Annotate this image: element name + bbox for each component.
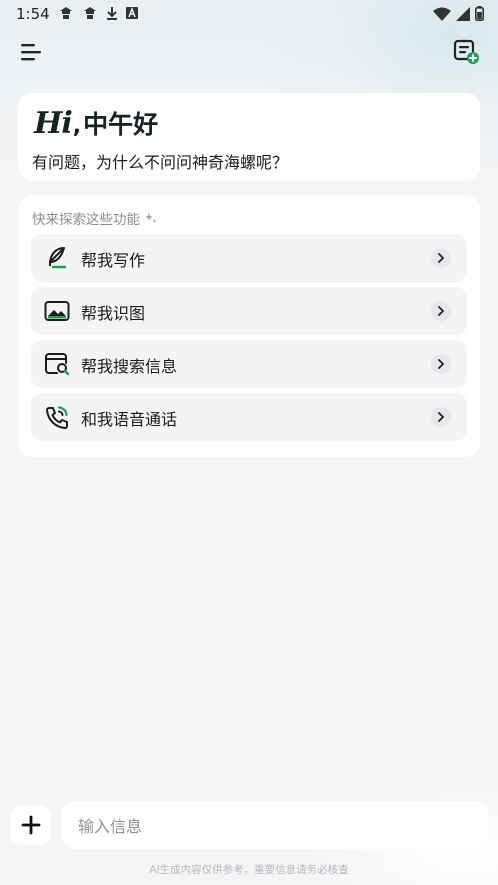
menu-icon bbox=[21, 44, 41, 61]
greeting-hi: Hi bbox=[34, 106, 73, 141]
image-scan-icon bbox=[44, 301, 70, 321]
feature-item-search[interactable]: 帮我搜索信息 bbox=[31, 340, 467, 388]
plus-icon bbox=[21, 815, 41, 835]
feature-item-writing[interactable]: 帮我写作 bbox=[31, 234, 467, 282]
status-notification-icons bbox=[58, 6, 138, 20]
phone-call-icon bbox=[46, 406, 68, 429]
feather-pen-icon bbox=[49, 247, 67, 269]
features-heading-text: 快来探索这些功能 bbox=[32, 212, 140, 228]
battery-icon bbox=[475, 6, 484, 21]
cloud-icon bbox=[84, 7, 96, 19]
status-time: 1:54 bbox=[16, 5, 50, 23]
download-icon bbox=[107, 7, 117, 20]
features-heading: 快来探索这些功能 bbox=[32, 208, 157, 228]
cloud-icon bbox=[60, 7, 72, 19]
greeting-comma: , bbox=[72, 114, 82, 139]
greeting-title: Hi , 中午好 bbox=[34, 105, 158, 141]
wifi-icon bbox=[433, 7, 451, 21]
sparkle-icon bbox=[145, 213, 157, 223]
message-input-box[interactable] bbox=[62, 801, 488, 851]
feature-label: 帮我搜索信息 bbox=[81, 357, 178, 376]
browser-search-icon bbox=[45, 353, 70, 376]
greeting-salutation: 中午好 bbox=[83, 110, 159, 139]
feature-item-image-recognition[interactable]: 帮我识图 bbox=[31, 287, 467, 335]
attach-button[interactable] bbox=[11, 805, 51, 845]
features-card: 快来探索这些功能 帮我写作 帮我识图 帮我搜索信息 和我语音通话 bbox=[18, 195, 480, 457]
signal-icon bbox=[456, 6, 470, 21]
greeting-card: Hi , 中午好 有问题，为什么不问问神奇海螺呢？ bbox=[18, 93, 480, 181]
chevron-right-icon bbox=[431, 407, 451, 427]
font-icon bbox=[126, 7, 138, 19]
chevron-right-icon bbox=[431, 354, 451, 374]
chevron-right-icon bbox=[431, 301, 451, 321]
feature-label: 帮我识图 bbox=[81, 304, 146, 323]
feature-label: 帮我写作 bbox=[81, 251, 146, 270]
new-chat-icon bbox=[453, 39, 479, 64]
new-chat-button[interactable] bbox=[452, 38, 480, 66]
menu-button[interactable] bbox=[18, 40, 44, 64]
feature-item-voice-call[interactable]: 和我语音通话 bbox=[31, 393, 467, 441]
message-input[interactable] bbox=[76, 801, 478, 851]
chevron-right-icon bbox=[431, 248, 451, 268]
feature-label: 和我语音通话 bbox=[81, 410, 178, 429]
ai-disclaimer: AI生成内容仅供参考，重要信息请务必核查 bbox=[149, 864, 349, 876]
status-system-icons bbox=[433, 6, 484, 21]
status-bar: 1:54 bbox=[0, 0, 498, 28]
greeting-subtitle: 有问题，为什么不问问神奇海螺呢？ bbox=[32, 153, 289, 172]
